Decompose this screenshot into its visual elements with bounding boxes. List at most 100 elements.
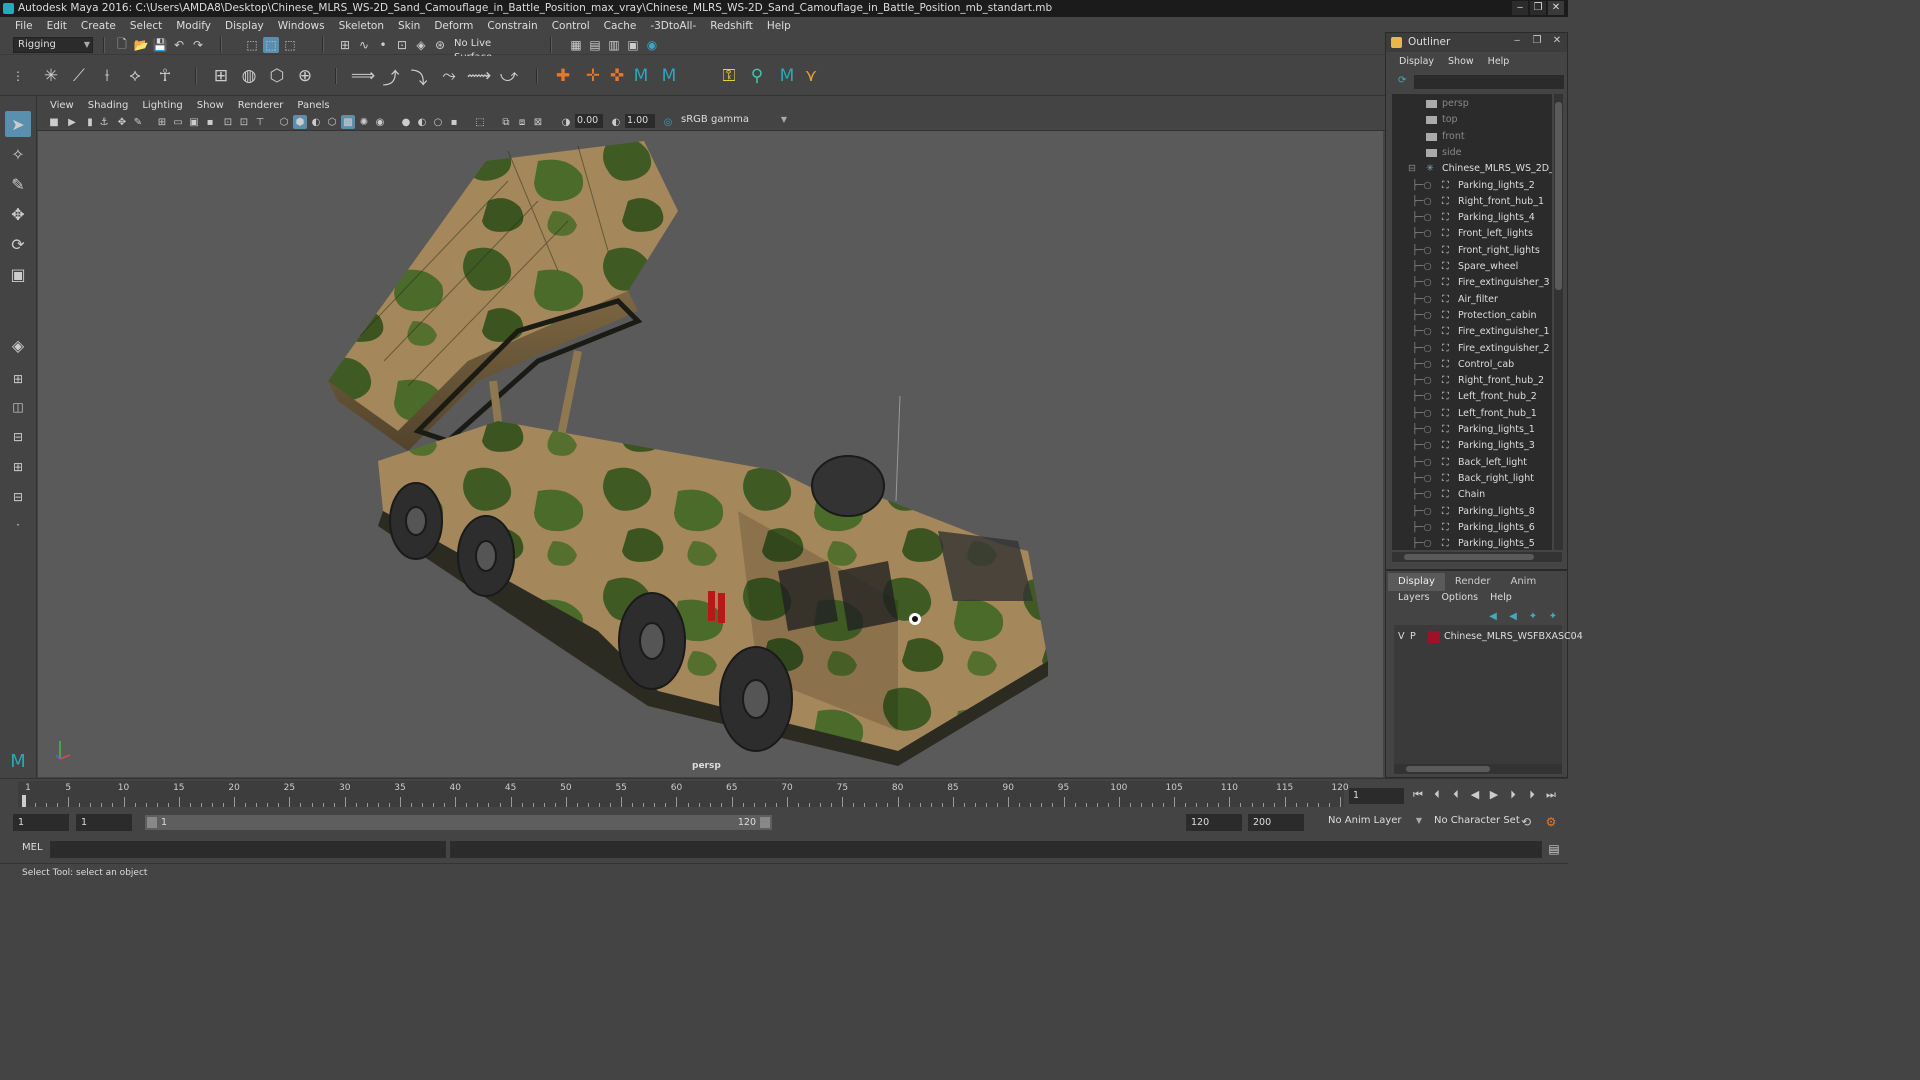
layers-horizontal-scrollbar[interactable] xyxy=(1394,764,1562,774)
outliner-maximize-button[interactable]: ❐ xyxy=(1529,33,1545,49)
select-object-icon[interactable]: ⬚ xyxy=(263,37,279,53)
lattice-icon[interactable]: ◍ xyxy=(236,63,262,89)
step-forward-frame-icon[interactable]: ⏵ xyxy=(1524,787,1540,803)
ipr-render-icon[interactable]: ▥ xyxy=(606,37,622,53)
tab-anim[interactable]: Anim xyxy=(1500,573,1546,591)
hypershade-layout-icon[interactable]: ⊟ xyxy=(5,484,31,510)
snap-curve-icon[interactable]: ∿ xyxy=(356,37,372,53)
orient-constraint-icon[interactable]: ✜ xyxy=(604,63,630,89)
save-scene-icon[interactable]: 💾 xyxy=(152,37,168,53)
menu-file[interactable]: File xyxy=(8,20,40,32)
render-settings-icon[interactable]: ▣ xyxy=(625,37,641,53)
layer-playback-toggle[interactable]: P xyxy=(1410,629,1416,645)
snap-surface-icon[interactable]: ◈ xyxy=(413,37,429,53)
shadows-icon[interactable]: ◉ xyxy=(373,115,387,129)
outliner-item-mesh[interactable]: ├─○ ⛶ Protection_cabin xyxy=(1392,308,1552,324)
animation-end-field[interactable]: 200 xyxy=(1248,814,1304,831)
outliner-item-mesh[interactable]: ├─○ ⛶ Spare_wheel xyxy=(1392,259,1552,275)
outliner-item-camera-side[interactable]: side xyxy=(1392,145,1552,161)
outliner-item-mesh[interactable]: ├─○ ⛶ Chain xyxy=(1392,487,1552,503)
outliner-menu-show[interactable]: Show xyxy=(1441,56,1481,72)
scale-tool-icon[interactable]: ▣ xyxy=(5,261,31,287)
outliner-item-camera-persp[interactable]: persp xyxy=(1392,96,1552,112)
outliner-item-camera-front[interactable]: front xyxy=(1392,129,1552,145)
new-layer-selected-icon[interactable]: ✦ xyxy=(1546,609,1560,623)
exposure-field[interactable]: 0.00 xyxy=(575,114,603,128)
outliner-item-mesh[interactable]: ├─○ ⛶ Front_right_lights xyxy=(1392,243,1552,259)
viewport-menu-panels[interactable]: Panels xyxy=(290,100,336,111)
viewport-menu-view[interactable]: View xyxy=(43,100,81,111)
layer-row[interactable]: V P Chinese_MLRS_WSFBXASC04 xyxy=(1394,629,1583,645)
playback-end-field[interactable]: 120 xyxy=(1186,814,1242,831)
outliner-layout-icon[interactable]: ⊟ xyxy=(5,424,31,450)
xray-joints-icon[interactable]: ⧈ xyxy=(515,115,529,129)
playback-start-field[interactable]: 1 xyxy=(76,814,132,831)
close-button[interactable]: ✕ xyxy=(1548,1,1564,15)
cluster-icon[interactable]: ⊞ xyxy=(208,63,234,89)
layers-menu-layers[interactable]: Layers xyxy=(1392,592,1435,603)
range-slider[interactable]: 1 120 xyxy=(145,815,772,830)
resolution-gate-icon[interactable]: ▣ xyxy=(187,115,201,129)
detach-skin-icon[interactable]: ⤻ xyxy=(496,63,522,89)
outliner-item-mesh[interactable]: ├─○ ⛶ Fire_extinguisher_3 xyxy=(1392,275,1552,291)
select-hierarchy-icon[interactable]: ⬚ xyxy=(244,37,260,53)
go-to-start-icon[interactable]: ⏮ xyxy=(1410,787,1426,803)
scrollbar-thumb[interactable] xyxy=(1406,766,1490,772)
outliner-horizontal-scrollbar[interactable] xyxy=(1392,552,1562,562)
scrollbar-thumb[interactable] xyxy=(1555,102,1562,290)
menu-windows[interactable]: Windows xyxy=(271,20,332,32)
joint-tool-icon[interactable]: ✳ xyxy=(38,63,64,89)
layers-menu-options[interactable]: Options xyxy=(1435,592,1484,603)
rotate-tool-icon[interactable]: ⟳ xyxy=(5,231,31,257)
bind-skin-icon[interactable]: ⟹ xyxy=(350,63,376,89)
step-forward-key-icon[interactable]: ⏵ xyxy=(1505,787,1521,803)
wireframe-icon[interactable]: ⬡ xyxy=(277,115,291,129)
time-ruler[interactable]: 1 5 10 15 20 25 30 35 40 45 50 55 60 65 70 75 80 85 90 95 10… xyxy=(18,781,1349,807)
tab-display[interactable]: Display xyxy=(1388,573,1445,591)
exposure-icon[interactable]: ◑ xyxy=(559,115,573,129)
script-language-toggle[interactable]: MEL xyxy=(22,842,43,853)
viewport-menu-show[interactable]: Show xyxy=(190,100,231,111)
mirror-weights-icon[interactable]: ⟿ xyxy=(466,63,492,89)
outliner-item-mesh[interactable]: ├─○ ⛶ Right_front_hub_2 xyxy=(1392,373,1552,389)
outliner-item-mesh[interactable]: ├─○ ⛶ Control_cab xyxy=(1392,357,1552,373)
outliner-item-mesh[interactable]: ├─○ ⛶ Front_left_lights xyxy=(1392,226,1552,242)
layer-visibility-toggle[interactable]: V xyxy=(1398,629,1405,645)
graph-layout-icon[interactable]: ⊞ xyxy=(5,454,31,480)
menu-skin[interactable]: Skin xyxy=(391,20,427,32)
menu-constrain[interactable]: Constrain xyxy=(480,20,544,32)
outliner-item-mesh[interactable]: ├─○ ⛶ Parking_lights_8 xyxy=(1392,504,1552,520)
tab-render[interactable]: Render xyxy=(1445,573,1501,591)
outliner-item-mesh[interactable]: ├─○ ⛶ Right_front_hub_1 xyxy=(1392,194,1552,210)
menu-redshift[interactable]: Redshift xyxy=(703,20,760,32)
outliner-item-mesh[interactable]: ├─○ ⛶ Left_front_hub_2 xyxy=(1392,389,1552,405)
ik-handle-icon[interactable]: ⟋ xyxy=(66,63,92,89)
outliner-menu-display[interactable]: Display xyxy=(1392,56,1441,72)
wire-deformer-icon[interactable]: ⬡ xyxy=(264,63,290,89)
xray-components-icon[interactable]: ⊠ xyxy=(531,115,545,129)
camera-icon[interactable]: ■ xyxy=(47,115,61,129)
motion-blur-icon[interactable]: ◐ xyxy=(415,115,429,129)
undo-icon[interactable]: ↶ xyxy=(171,37,187,53)
script-editor-icon[interactable]: ▤ xyxy=(1546,841,1562,857)
render-view-icon[interactable]: ▦ xyxy=(568,37,584,53)
menu-select[interactable]: Select xyxy=(123,20,169,32)
menu-help[interactable]: Help xyxy=(760,20,798,32)
viewport-menu-shading[interactable]: Shading xyxy=(81,100,136,111)
parent-constraint-icon[interactable]: M xyxy=(628,63,654,89)
menu-edit[interactable]: Edit xyxy=(40,20,74,32)
grid-icon[interactable]: ⊞ xyxy=(155,115,169,129)
single-perspective-layout-icon[interactable]: ◈ xyxy=(5,332,31,358)
viewport-menu-lighting[interactable]: Lighting xyxy=(135,100,189,111)
field-chart-icon[interactable]: ⊡ xyxy=(221,115,235,129)
outliner-item-mesh[interactable]: ├─○ ⛶ Parking_lights_4 xyxy=(1392,210,1552,226)
step-back-key-icon[interactable]: ⏴ xyxy=(1448,787,1464,803)
gamma-icon[interactable]: ◐ xyxy=(609,115,623,129)
menu-skeleton[interactable]: Skeleton xyxy=(332,20,391,32)
move-layer-up-icon[interactable]: ◀ xyxy=(1486,609,1500,623)
gamma-field[interactable]: 1.00 xyxy=(625,114,655,128)
outliner-menu-help[interactable]: Help xyxy=(1481,56,1517,72)
outliner-search-field[interactable] xyxy=(1414,75,1564,89)
mirror-joint-icon[interactable]: ⟡ xyxy=(122,63,148,89)
wrap-deformer-icon[interactable]: ⊕ xyxy=(292,63,318,89)
